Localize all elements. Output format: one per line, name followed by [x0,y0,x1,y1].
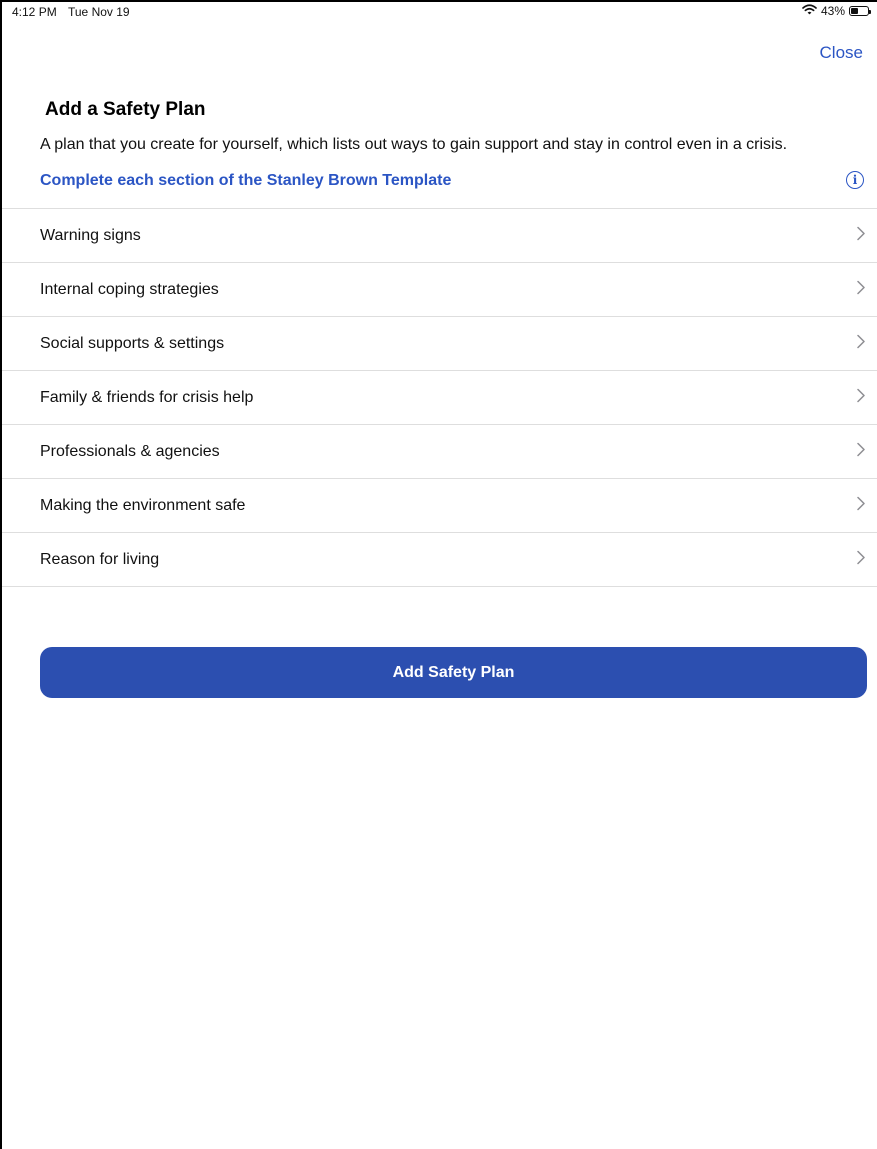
page-description: A plan that you create for yourself, whi… [40,136,788,153]
section-row-label: Social supports & settings [40,334,225,352]
section-row[interactable]: Professionals & agencies [2,425,877,479]
section-row[interactable]: Internal coping strategies [2,263,877,317]
page-title: Add a Safety Plan [45,99,206,120]
section-row[interactable]: Social supports & settings [2,317,877,371]
chevron-right-icon [857,334,865,353]
add-safety-plan-button[interactable]: Add Safety Plan [40,647,867,698]
section-row-label: Family & friends for crisis help [40,388,254,406]
app-window: 4:12 PM Tue Nov 19 43% Close Add a Safet… [0,0,877,1149]
chevron-right-icon [857,550,865,569]
section-row[interactable]: Making the environment safe [2,479,877,533]
battery-percent: 43% [820,4,845,18]
section-row-label: Reason for living [40,550,160,568]
section-row[interactable]: Warning signs [2,209,877,263]
section-row-label: Internal coping strategies [40,280,219,298]
chevron-right-icon [857,388,865,407]
template-link[interactable]: Complete each section of the Stanley Bro… [40,172,451,190]
status-indicators: 43% [802,4,871,18]
wifi-icon [802,4,817,18]
battery-level [851,8,858,14]
battery-icon [849,6,871,16]
status-date: Tue Nov 19 [68,5,130,19]
chevron-right-icon [857,442,865,461]
chevron-right-icon [857,496,865,515]
section-row[interactable]: Reason for living [2,533,877,587]
info-icon[interactable]: i [846,171,864,189]
section-row[interactable]: Family & friends for crisis help [2,371,877,425]
section-row-label: Professionals & agencies [40,442,220,460]
battery-tip [869,10,871,14]
section-row-label: Making the environment safe [40,496,246,514]
chevron-right-icon [857,226,865,245]
chevron-right-icon [857,280,865,299]
section-list: Warning signs Internal coping strategies… [2,208,877,587]
close-button[interactable]: Close [820,43,863,63]
status-bar: 4:12 PM Tue Nov 19 43% [2,2,877,22]
section-row-label: Warning signs [40,226,141,244]
status-time: 4:12 PM [12,5,57,19]
